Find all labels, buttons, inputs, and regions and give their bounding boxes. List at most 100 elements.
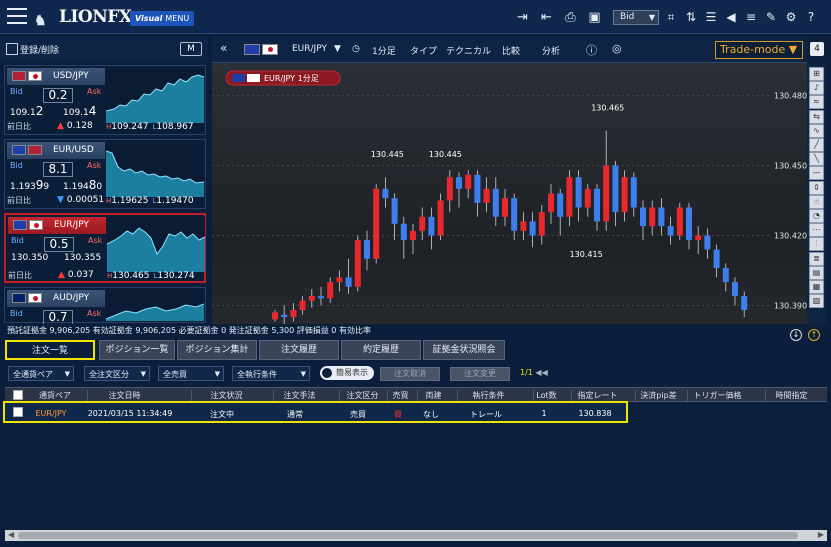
ask-price[interactable]: 130.355 [64, 253, 101, 263]
row-checkbox[interactable] [13, 407, 23, 417]
tab-1[interactable]: ポジション一覧 [99, 340, 175, 360]
signal-icon[interactable]: ∿ [809, 123, 824, 138]
ask-price[interactable]: 1.19480 [63, 178, 102, 192]
cycle-icon[interactable]: ◔ [809, 209, 824, 223]
pattern-icon[interactable]: ▦ [809, 280, 824, 294]
bid-price[interactable]: 109.12 [10, 104, 43, 118]
scroll-right-icon[interactable]: ▶ [818, 530, 824, 539]
ask-label: Ask [88, 236, 103, 245]
cancel-order-button[interactable]: 注文取消 [380, 367, 440, 381]
column-header[interactable]: 注文日時 [87, 390, 161, 401]
fibonacci-icon[interactable]: ⫶ [809, 237, 824, 252]
rate-card-eurusd[interactable]: EUR/USD Bid Ask 8.1 1.19399 1.19480 前日比 ▼ 0.0005… [4, 139, 206, 209]
layout-count-badge[interactable]: 4 [810, 42, 824, 56]
horizontal-scrollbar[interactable]: ◀ ▶ [5, 530, 827, 541]
expand-icon[interactable]: ⊞ [809, 67, 824, 81]
trade-mode-select[interactable]: Trade-mode ▼ [715, 41, 803, 59]
column-header[interactable]: Lot数 [533, 390, 559, 401]
gear-icon[interactable]: ⚙ [784, 9, 798, 26]
bid-price[interactable]: 1.19399 [10, 178, 49, 192]
chevron-down-icon[interactable]: ▼ [334, 44, 341, 54]
vertical-line-icon[interactable]: ⇕ [809, 180, 824, 195]
sort-icon[interactable]: ⇅ [684, 9, 698, 26]
hamburger-menu-icon[interactable] [7, 8, 27, 24]
chart-type-button[interactable]: タイプ [410, 44, 437, 57]
analysis-button[interactable]: 分析 [542, 44, 560, 57]
grid-icon[interactable]: ▤ [809, 265, 824, 280]
column-header[interactable]: 指定レート [571, 390, 623, 401]
interval-button[interactable]: 1分足 [372, 44, 396, 57]
rate-card-pair-header[interactable]: EUR/JPY [8, 217, 106, 234]
tab-4[interactable]: 約定履歴 [341, 340, 421, 360]
column-header[interactable]: 注文区分 [339, 390, 385, 401]
rate-card-usdjpy[interactable]: USD/JPY Bid Ask 0.2 109.12 109.14 前日比 ▲ 0.128 H10… [4, 65, 206, 135]
column-header[interactable]: 注文状況 [191, 390, 261, 401]
exec-filter[interactable]: 全執行条件 ▼ [232, 366, 310, 381]
order-type-filter[interactable]: 全注文区分 ▼ [84, 366, 150, 381]
change-order-button[interactable]: 注文変更 [450, 367, 510, 381]
rate-card-audjpy[interactable]: AUD/JPY Bid Ask 0.7 [4, 287, 206, 325]
rate-card-pair-header[interactable]: EUR/USD [7, 142, 105, 159]
rate-card-eurjpy[interactable]: EUR/JPY Bid Ask 0.5 130.350 130.355 前日比 ▲ 0.037 H… [4, 213, 206, 283]
register-delete-button[interactable]: 登録/削除 [6, 43, 59, 56]
compare-button[interactable]: 比較 [502, 44, 520, 57]
channel-icon[interactable]: ≣ [809, 251, 824, 266]
tab-5[interactable]: 証拠金状況照会 [423, 340, 505, 360]
alert-icon[interactable]: ♪ [809, 81, 824, 96]
swap-icon[interactable]: ⇆ [809, 109, 824, 124]
scroll-thumb[interactable] [18, 532, 798, 539]
column-header[interactable]: 決済pip差 [635, 390, 681, 401]
candle-body [704, 235, 711, 250]
dots-icon[interactable]: ⋯ [809, 223, 824, 238]
pair-filter[interactable]: 全通貨ペア ▼ [8, 366, 74, 381]
news-icon[interactable]: ☰ [704, 9, 718, 26]
speaker-icon[interactable]: ◀ [724, 9, 738, 26]
ray-icon[interactable]: ╲ [809, 152, 824, 167]
chevron-down-icon: ▼ [300, 370, 306, 378]
column-header[interactable]: 売買 [387, 390, 413, 401]
price-type-select[interactable]: Bid ▼ [613, 10, 659, 25]
notes-icon[interactable]: ≡ [744, 9, 758, 26]
wave-icon[interactable]: ≈ [809, 95, 824, 110]
tab-3[interactable]: 注文履歴 [259, 340, 339, 360]
rate-card-pair-header[interactable]: AUD/JPY [7, 290, 105, 307]
eu-flag-icon [13, 220, 27, 230]
help-icon[interactable]: ? [804, 9, 818, 26]
print-icon[interactable]: ⎙ [562, 9, 579, 26]
table-row[interactable]: EUR/JPY 2021/03/15 11:34:49 注文中 通常 売買 買 なし トレール… [3, 401, 628, 423]
target-icon[interactable]: ◎ [612, 42, 622, 55]
m-button[interactable]: M [180, 42, 202, 56]
logout-icon[interactable]: ⇤ [538, 9, 555, 26]
scroll-left-icon[interactable]: ◀ [8, 530, 14, 539]
simple-view-toggle[interactable]: 簡易表示 [320, 366, 374, 380]
pointer-icon[interactable]: ☝ [809, 194, 824, 209]
save-icon[interactable]: ▣ [586, 9, 603, 26]
bid-price[interactable]: 130.350 [11, 253, 48, 263]
column-header[interactable]: トリガー価格 [687, 390, 747, 401]
tab-2[interactable]: ポジション集計 [177, 340, 257, 360]
technical-button[interactable]: テクニカル [446, 44, 491, 57]
visual-menu-button[interactable]: Visual MENU [130, 11, 195, 26]
candlestick-chart[interactable]: 130.480 130.450 130.420 130.390 130.465 130.4… [212, 63, 807, 324]
layout-icon[interactable]: ⌗ [664, 9, 678, 26]
column-header[interactable]: 両建 [417, 390, 449, 401]
login-icon[interactable]: ⇥ [514, 9, 531, 26]
column-header[interactable]: 執行条件 [457, 390, 519, 401]
brush-icon[interactable]: ✎ [764, 9, 778, 26]
horizontal-line-icon[interactable]: — [809, 166, 824, 181]
column-header[interactable]: 注文手法 [273, 390, 325, 401]
tab-0[interactable]: 注文一覧 [5, 340, 95, 360]
prev-page-icon[interactable]: ◀◀ [535, 368, 547, 377]
chart-pair-select[interactable]: EUR/JPY [292, 44, 327, 54]
column-header[interactable]: 通貨ペア [31, 390, 79, 401]
select-all-checkbox[interactable] [13, 390, 23, 400]
shade-icon[interactable]: ▧ [809, 294, 824, 309]
collapse-left-icon[interactable]: « [220, 41, 227, 55]
side-filter[interactable]: 全売買 ▼ [158, 366, 224, 381]
trendline-icon[interactable]: ╱ [809, 138, 824, 152]
candle-body [336, 277, 343, 283]
ask-price[interactable]: 109.14 [63, 104, 96, 118]
info-icon[interactable]: ⓘ [586, 42, 597, 58]
column-header[interactable]: 時間指定 [765, 390, 817, 401]
rate-card-pair-header[interactable]: USD/JPY [7, 68, 105, 85]
